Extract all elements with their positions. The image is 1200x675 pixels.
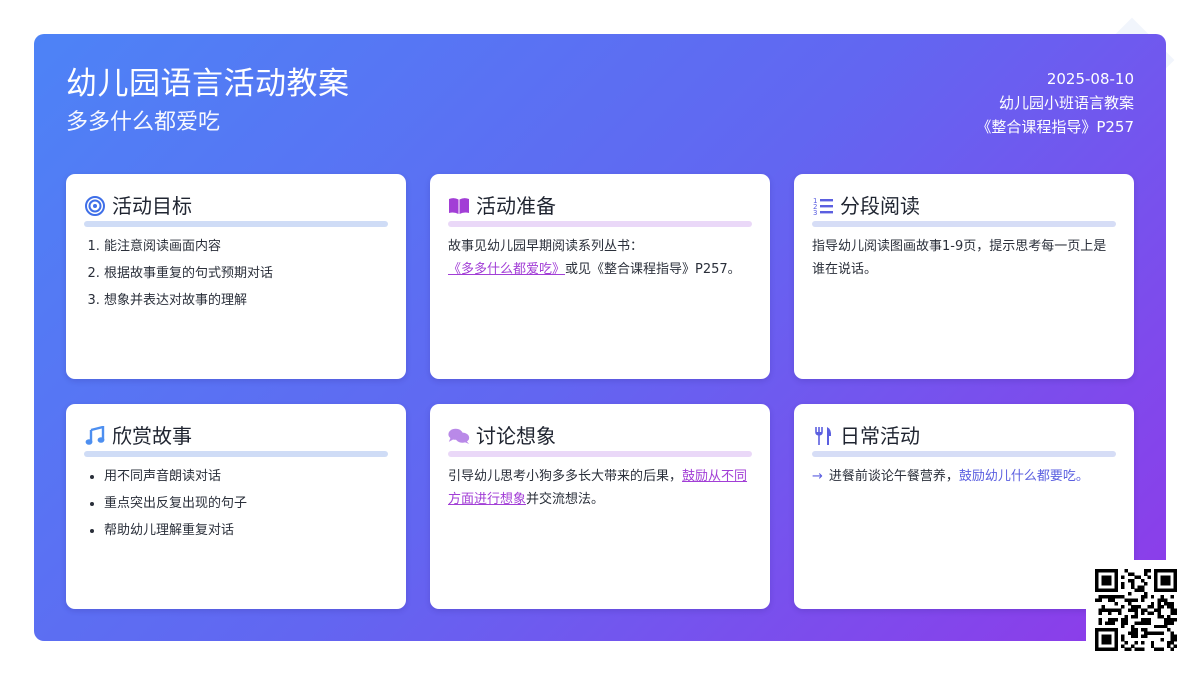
card-header: 活动准备 (448, 192, 752, 220)
page-header: 幼儿园语言活动教案 多多什么都爱吃 (66, 64, 350, 138)
card-header: 活动目标 (84, 192, 388, 220)
card-daily: 日常活动 → 进餐前谈论午餐营养，鼓励幼儿什么都要吃。 (794, 404, 1134, 609)
meta-info: 2025-08-10 幼儿园小班语言教案 《整合课程指导》P257 (976, 67, 1134, 139)
title-underline (812, 221, 1116, 227)
card-title: 活动目标 (112, 194, 192, 218)
card-body: 故事见幼儿园早期阅读系列丛书： 《多多什么都爱吃》或见《整合课程指导》P257。 (448, 235, 752, 281)
daily-highlight: 鼓励幼儿什么都要吃。 (958, 469, 1089, 484)
card-header: 1 2 3 分段阅读 (812, 192, 1116, 220)
card-grid: 活动目标 能注意阅读画面内容 根据故事重复的句式预期对话 想象并表达对故事的理解 (66, 174, 1134, 609)
lesson-source: 《整合课程指导》P257 (976, 118, 1134, 136)
card-body: 引导幼儿思考小狗多多长大带来的后果，鼓励从不同方面进行想象并交流想法。 (448, 465, 752, 511)
card-title: 日常活动 (840, 424, 920, 448)
chat-bubbles-icon (448, 425, 470, 447)
title-underline (448, 451, 752, 457)
numbered-list-icon: 1 2 3 (812, 195, 834, 217)
goals-list: 能注意阅读画面内容 根据故事重复的句式预期对话 想象并表达对故事的理解 (84, 235, 388, 312)
svg-text:3: 3 (813, 209, 817, 216)
title-underline (84, 221, 388, 227)
card-discussion: 讨论想象 引导幼儿思考小狗多多长大带来的后果，鼓励从不同方面进行想象并交流想法。 (430, 404, 770, 609)
arrow-right-icon: → (812, 469, 823, 484)
card-body: → 进餐前谈论午餐营养，鼓励幼儿什么都要吃。 (812, 465, 1116, 488)
list-item: 根据故事重复的句式预期对话 (104, 262, 388, 285)
list-item: 想象并表达对故事的理解 (104, 289, 388, 312)
card-body: 指导幼儿阅读图画故事1-9页，提示思考每一页上是谁在说话。 (812, 235, 1116, 281)
card-body: 能注意阅读画面内容 根据故事重复的句式预期对话 想象并表达对故事的理解 (84, 235, 388, 312)
book-open-icon (448, 195, 470, 217)
card-title: 讨论想象 (476, 424, 556, 448)
card-reading: 1 2 3 分段阅读 指导幼儿阅读图画故事1-9页，提示思考每一页上是谁在说话。 (794, 174, 1134, 379)
utensils-icon (812, 425, 834, 447)
card-header: 日常活动 (812, 422, 1116, 450)
music-note-icon (84, 425, 106, 447)
discussion-text-end: 并交流想法。 (526, 492, 605, 507)
card-appreciation: 欣赏故事 用不同声音朗读对话 重点突出反复出现的句子 帮助幼儿理解重复对话 (66, 404, 406, 609)
qr-code-icon (1086, 560, 1186, 660)
card-title: 欣赏故事 (112, 424, 192, 448)
list-item: 重点突出反复出现的句子 (104, 492, 388, 515)
list-item: 用不同声音朗读对话 (104, 465, 388, 488)
discussion-text: 引导幼儿思考小狗多多长大带来的后果， (448, 469, 683, 484)
title-underline (812, 451, 1116, 457)
preparation-text-end: 或见《整合课程指导》P257。 (565, 262, 741, 277)
lesson-date: 2025-08-10 (1046, 70, 1134, 88)
preparation-text: 故事见幼儿园早期阅读系列丛书： (448, 239, 644, 254)
title-underline (84, 451, 388, 457)
daily-text: 进餐前谈论午餐营养， (828, 469, 959, 484)
list-item: 帮助幼儿理解重复对话 (104, 519, 388, 542)
card-header: 欣赏故事 (84, 422, 388, 450)
card-title: 活动准备 (476, 194, 556, 218)
appreciation-list: 用不同声音朗读对话 重点突出反复出现的句子 帮助幼儿理解重复对话 (84, 465, 388, 542)
lesson-category: 幼儿园小班语言教案 (998, 94, 1134, 112)
target-icon (84, 195, 106, 217)
card-title: 分段阅读 (840, 194, 920, 218)
reading-text: 指导幼儿阅读图画故事1-9页，提示思考每一页上是谁在说话。 (812, 239, 1107, 277)
card-body: 用不同声音朗读对话 重点突出反复出现的句子 帮助幼儿理解重复对话 (84, 465, 388, 542)
lesson-plan-panel: 幼儿园语言活动教案 多多什么都爱吃 2025-08-10 幼儿园小班语言教案 《… (34, 34, 1166, 641)
list-item: 能注意阅读画面内容 (104, 235, 388, 258)
page-title: 幼儿园语言活动教案 (66, 66, 350, 102)
card-preparation: 活动准备 故事见幼儿园早期阅读系列丛书： 《多多什么都爱吃》或见《整合课程指导》P… (430, 174, 770, 379)
card-goals: 活动目标 能注意阅读画面内容 根据故事重复的句式预期对话 想象并表达对故事的理解 (66, 174, 406, 379)
card-header: 讨论想象 (448, 422, 752, 450)
book-link[interactable]: 《多多什么都爱吃》 (448, 262, 565, 277)
title-underline (448, 221, 752, 227)
page-subtitle: 多多什么都爱吃 (66, 110, 221, 135)
